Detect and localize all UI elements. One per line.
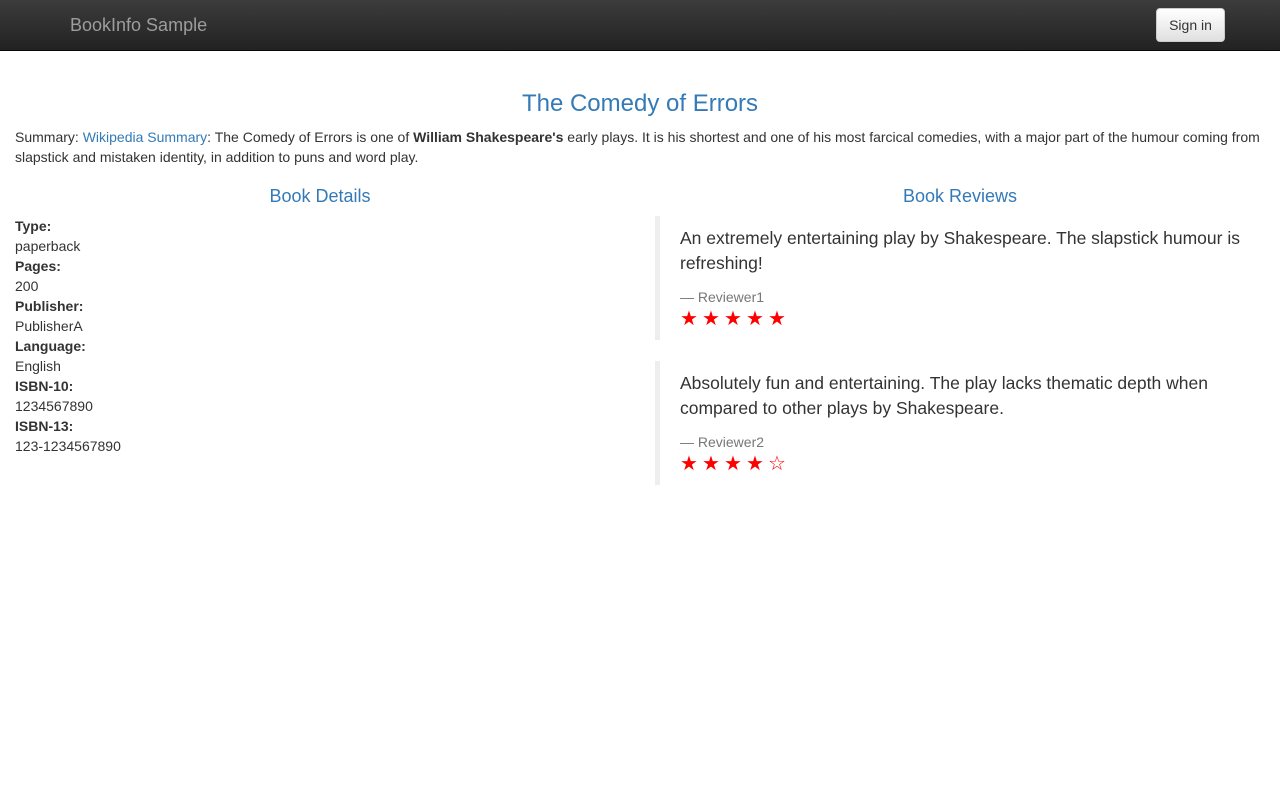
detail-label-isbn13: ISBN-13: (15, 418, 74, 434)
summary-prefix: Summary: (15, 129, 83, 145)
star-filled-icon: ★ (724, 306, 742, 330)
star-rating: ★ ★ ★ ★ ★ (680, 306, 1265, 330)
detail-label-language: Language: (15, 338, 86, 354)
star-filled-icon: ★ (680, 451, 698, 475)
book-reviews-heading: Book Reviews (902, 186, 1018, 206)
sign-in-button[interactable]: Sign in (1156, 8, 1225, 42)
star-filled-icon: ★ (702, 306, 720, 330)
star-rating: ★ ★ ★ ★ ☆ (680, 451, 1265, 475)
star-filled-icon: ★ (746, 451, 764, 475)
detail-label-isbn10: ISBN-10: (15, 378, 74, 394)
detail-value-language: English (15, 358, 61, 374)
detail-value-isbn13: 123-1234567890 (15, 438, 121, 454)
detail-label-publisher: Publisher: (15, 298, 84, 314)
detail-value-pages: 200 (15, 278, 39, 294)
detail-label-pages: Pages: (15, 258, 61, 274)
book-details-heading: Book Details (269, 186, 371, 206)
brand-link[interactable]: BookInfo Sample (70, 14, 207, 36)
reviewer-name: — Reviewer1 (680, 289, 765, 305)
summary-author: William Shakespeare's (413, 129, 564, 145)
star-filled-icon: ★ (680, 306, 698, 330)
detail-value-type: paperback (15, 238, 81, 254)
star-filled-icon: ★ (724, 451, 742, 475)
detail-value-isbn10: 1234567890 (15, 398, 93, 414)
review-text: An extremely entertaining play by Shakes… (680, 228, 1240, 273)
review-1: An extremely entertaining play by Shakes… (655, 216, 1265, 340)
star-filled-icon: ★ (746, 306, 764, 330)
wikipedia-summary-link[interactable]: Wikipedia Summary (83, 129, 207, 145)
star-filled-icon: ★ (702, 451, 720, 475)
review-text: Absolutely fun and entertaining. The pla… (680, 373, 1208, 418)
detail-value-publisher: PublisherA (15, 318, 83, 334)
star-empty-icon: ☆ (768, 451, 786, 475)
review-2: Absolutely fun and entertaining. The pla… (655, 361, 1265, 485)
book-details-list: Type: paperback Pages: 200 Publisher: Pu… (15, 216, 615, 456)
star-filled-icon: ★ (768, 306, 786, 330)
book-summary: Summary: Wikipedia Summary: The Comedy o… (15, 127, 1267, 167)
detail-label-type: Type: (15, 218, 52, 234)
reviewer-name: — Reviewer2 (680, 434, 765, 450)
summary-text-before: : The Comedy of Errors is one of (207, 129, 414, 145)
top-navbar: BookInfo Sample Sign in (0, 0, 1280, 51)
book-title: The Comedy of Errors (521, 90, 759, 117)
